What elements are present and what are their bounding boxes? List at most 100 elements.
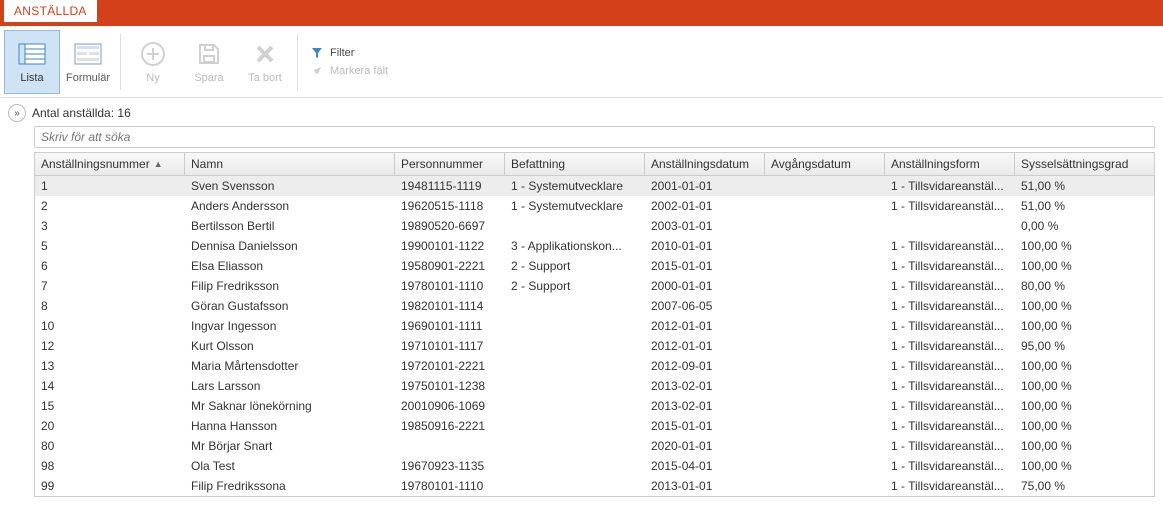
plus-circle-icon	[138, 39, 168, 69]
cell-pnr: 19620515-1118	[395, 199, 505, 213]
sort-asc-icon: ▲	[154, 159, 163, 169]
cell-anstdatum: 2015-01-01	[645, 419, 765, 433]
col-label: Avgångsdatum	[771, 157, 851, 171]
cell-namn: Filip Fredriksson	[185, 279, 395, 293]
cell-namn: Anders Andersson	[185, 199, 395, 213]
cell-anstdatum: 2012-01-01	[645, 339, 765, 353]
cell-grad: 100,00 %	[1015, 319, 1145, 333]
cell-namn: Elsa Eliasson	[185, 259, 395, 273]
col-form[interactable]: Anställningsform	[885, 153, 1015, 175]
cell-form: 1 - Tillsvidareanstäl...	[885, 479, 1015, 493]
tabort-button: Ta bort	[237, 30, 293, 94]
cell-anstnr: 3	[35, 219, 185, 233]
count-label: Antal anställda: 16	[32, 106, 131, 120]
cell-befattning: 2 - Support	[505, 259, 645, 273]
cell-anstnr: 2	[35, 199, 185, 213]
cell-pnr: 19690101-1111	[395, 319, 505, 333]
table-row[interactable]: 1Sven Svensson19481115-11191 - Systemutv…	[35, 176, 1154, 196]
cell-namn: Bertilsson Bertil	[185, 219, 395, 233]
table-row[interactable]: 20Hanna Hansson19850916-22212015-01-011 …	[35, 416, 1154, 436]
cell-namn: Mr Börjar Snart	[185, 439, 395, 453]
cell-pnr: 20010906-1069	[395, 399, 505, 413]
table-row[interactable]: 13Maria Mårtensdotter19720101-22212012-0…	[35, 356, 1154, 376]
table-row[interactable]: 98Ola Test19670923-11352015-04-011 - Til…	[35, 456, 1154, 476]
table-row[interactable]: 7Filip Fredriksson19780101-11102 - Suppo…	[35, 276, 1154, 296]
cell-grad: 100,00 %	[1015, 239, 1145, 253]
content-area: » Antal anställda: 16 Anställningsnummer…	[0, 98, 1163, 505]
col-anstdatum[interactable]: Anställningsdatum	[645, 153, 765, 175]
search-box[interactable]	[34, 126, 1155, 148]
form-icon	[73, 39, 103, 69]
ny-button: Ny	[125, 30, 181, 94]
cell-namn: Ola Test	[185, 459, 395, 473]
cell-form: 1 - Tillsvidareanstäl...	[885, 359, 1015, 373]
table-row[interactable]: 5Dennisa Danielsson19900101-11223 - Appl…	[35, 236, 1154, 256]
cell-anstdatum: 2003-01-01	[645, 219, 765, 233]
header-tab-anstallda[interactable]: ANSTÄLLDA	[4, 0, 97, 22]
col-befattning[interactable]: Befattning	[505, 153, 645, 175]
cell-namn: Dennisa Danielsson	[185, 239, 395, 253]
cell-anstnr: 5	[35, 239, 185, 253]
cell-form: 1 - Tillsvidareanstäl...	[885, 319, 1015, 333]
cell-grad: 100,00 %	[1015, 419, 1145, 433]
cell-grad: 100,00 %	[1015, 379, 1145, 393]
cell-form: 1 - Tillsvidareanstäl...	[885, 419, 1015, 433]
cell-pnr: 19900101-1122	[395, 239, 505, 253]
cell-grad: 75,00 %	[1015, 479, 1145, 493]
cell-grad: 80,00 %	[1015, 279, 1145, 293]
table-row[interactable]: 15Mr Saknar lönekörning20010906-10692013…	[35, 396, 1154, 416]
table-row[interactable]: 6Elsa Eliasson19580901-22212 - Support20…	[35, 256, 1154, 276]
search-input[interactable]	[41, 130, 1148, 144]
col-anstnr[interactable]: Anställningsnummer ▲	[35, 153, 185, 175]
table-row[interactable]: 80Mr Börjar Snart 2020-01-01 1 - Tillsvida…	[35, 436, 1154, 456]
cell-grad: 100,00 %	[1015, 299, 1145, 313]
cell-befattning: 2 - Support	[505, 279, 645, 293]
col-label: Personnummer	[401, 157, 483, 171]
cell-anstnr: 14	[35, 379, 185, 393]
formular-label: Formulär	[66, 72, 110, 84]
cell-namn: Göran Gustafsson	[185, 299, 395, 313]
cell-form: 1 - Tillsvidareanstäl...	[885, 299, 1015, 313]
table-row[interactable]: 3Bertilsson Bertil19890520-66972003-01-0…	[35, 216, 1154, 236]
cell-grad: 100,00 %	[1015, 459, 1145, 473]
col-pnr[interactable]: Personnummer	[395, 153, 505, 175]
toolbar: Lista Formulär Ny Spara Ta bort Filter	[0, 26, 1163, 98]
cell-pnr: 19670923-1135	[395, 459, 505, 473]
data-grid: Anställningsnummer ▲ Namn Personnummer B…	[34, 152, 1155, 497]
table-row[interactable]: 8Göran Gustafsson19820101-11142007-06-05…	[35, 296, 1154, 316]
cell-pnr: 19850916-2221	[395, 419, 505, 433]
grid-body: 1Sven Svensson19481115-11191 - Systemutv…	[35, 176, 1154, 496]
table-row[interactable]: 10Ingvar Ingesson19690101-11112012-01-01…	[35, 316, 1154, 336]
cell-form: 1 - Tillsvidareanstäl...	[885, 259, 1015, 273]
cell-anstdatum: 2010-01-01	[645, 239, 765, 253]
cell-anstdatum: 2012-09-01	[645, 359, 765, 373]
cell-anstnr: 80	[35, 439, 185, 453]
cell-form: 1 - Tillsvidareanstäl...	[885, 439, 1015, 453]
col-avgangs[interactable]: Avgångsdatum	[765, 153, 885, 175]
cell-anstdatum: 2015-04-01	[645, 459, 765, 473]
filter-label: Filter	[330, 47, 354, 59]
filter-button[interactable]: Filter	[310, 46, 388, 60]
cell-anstdatum: 2020-01-01	[645, 439, 765, 453]
col-grad[interactable]: Sysselsättningsgrad	[1015, 153, 1145, 175]
markera-button: Markera fält	[310, 64, 388, 78]
lista-button[interactable]: Lista	[4, 30, 60, 94]
cell-form: 1 - Tillsvidareanstäl...	[885, 399, 1015, 413]
chevron-double-right-icon: »	[14, 108, 20, 119]
table-row[interactable]: 2Anders Andersson19620515-11181 - System…	[35, 196, 1154, 216]
formular-button[interactable]: Formulär	[60, 30, 116, 94]
col-label: Anställningsdatum	[651, 157, 749, 171]
cell-befattning: 3 - Applikationskon...	[505, 239, 645, 253]
table-row[interactable]: 99Filip Fredrikssona19780101-11102013-01…	[35, 476, 1154, 496]
cell-anstdatum: 2013-01-01	[645, 479, 765, 493]
cell-form: 1 - Tillsvidareanstäl...	[885, 239, 1015, 253]
expand-button[interactable]: »	[8, 104, 26, 122]
table-row[interactable]: 14Lars Larsson19750101-12382013-02-011 -…	[35, 376, 1154, 396]
tabort-label: Ta bort	[248, 72, 282, 84]
table-row[interactable]: 12Kurt Olsson19710101-11172012-01-011 - …	[35, 336, 1154, 356]
cell-anstdatum: 2002-01-01	[645, 199, 765, 213]
cell-namn: Ingvar Ingesson	[185, 319, 395, 333]
cell-anstnr: 98	[35, 459, 185, 473]
cell-grad: 51,00 %	[1015, 199, 1145, 213]
col-namn[interactable]: Namn	[185, 153, 395, 175]
